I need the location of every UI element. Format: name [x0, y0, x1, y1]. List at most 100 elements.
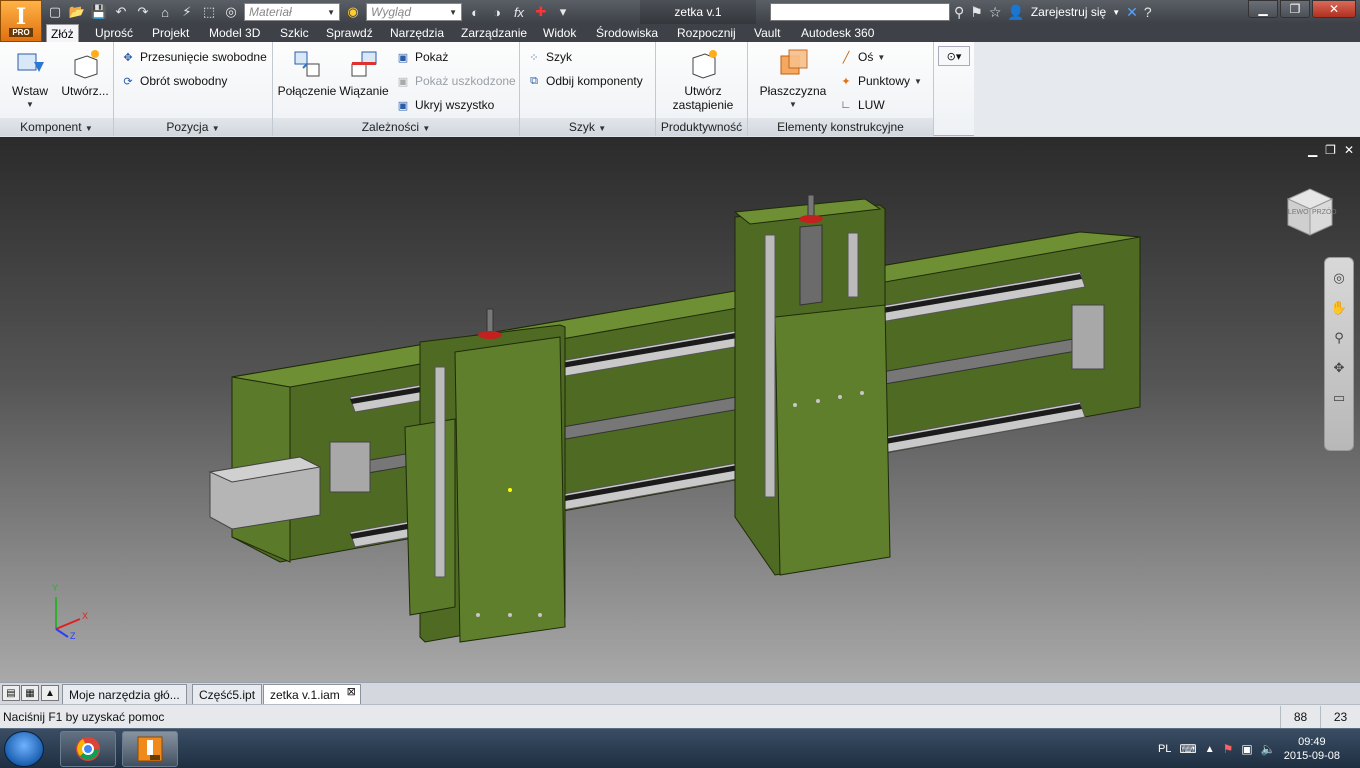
look-at-icon[interactable]: ▭: [1329, 388, 1349, 408]
home-icon[interactable]: ⌂: [156, 3, 174, 21]
clear-appearance-icon[interactable]: ◐: [466, 3, 484, 21]
customize-icon[interactable]: ▾: [554, 3, 572, 21]
create-substitute-button[interactable]: Utwórz zastąpienie: [668, 48, 738, 112]
document-tab-part5[interactable]: Część5.ipt: [192, 684, 263, 704]
close-icon[interactable]: ⊠: [347, 682, 356, 702]
tab-design[interactable]: Projekt: [148, 24, 193, 42]
viewcube-front-face[interactable]: PRZÓD: [1312, 209, 1337, 216]
tab-view[interactable]: Widok: [539, 24, 580, 42]
start-button[interactable]: [4, 731, 44, 767]
taskbar-chrome[interactable]: [60, 731, 116, 767]
zoom-icon[interactable]: ⚲: [1329, 328, 1349, 348]
appearance-select[interactable]: Wygląd ▼: [366, 3, 462, 21]
viewcube-left-face[interactable]: LEWO: [1288, 209, 1309, 216]
chevron-down-icon[interactable]: ▼: [1112, 8, 1120, 17]
application-menu-button[interactable]: I PRO: [0, 0, 42, 42]
keyboard-icon[interactable]: ⌨: [1179, 742, 1196, 756]
material-select[interactable]: Materiał ▼: [244, 3, 340, 21]
ucs-button[interactable]: ∟ LUW: [838, 96, 885, 114]
panel-pattern-label[interactable]: Szyk ▼: [520, 118, 655, 136]
cascade-windows-icon[interactable]: ▦: [21, 685, 39, 701]
free-rotate-button[interactable]: ⟳ Obrót swobodny: [120, 72, 227, 90]
open-file-icon[interactable]: 📂: [68, 3, 86, 21]
tile-windows-icon[interactable]: ▤: [2, 685, 20, 701]
language-indicator[interactable]: PL: [1158, 743, 1171, 755]
undo-icon[interactable]: ↶: [112, 3, 130, 21]
open-documents-menu-icon[interactable]: ▲: [41, 685, 59, 701]
redo-icon[interactable]: ↷: [134, 3, 152, 21]
tab-tools[interactable]: Narzędzia: [386, 24, 448, 42]
tab-manage[interactable]: Zarządzanie: [457, 24, 531, 42]
help-search-input[interactable]: [770, 3, 950, 21]
taskbar-inventor[interactable]: [122, 731, 178, 767]
document-tab-zetka-label: zetka v.1.iam: [270, 688, 340, 702]
clock-date: 2015-09-08: [1283, 750, 1340, 762]
tab-3d-model[interactable]: Model 3D: [205, 24, 264, 42]
action-center-flag-icon[interactable]: ⚑: [1223, 742, 1234, 756]
clock[interactable]: 09:49 2015-09-08: [1284, 735, 1340, 763]
constrain-label: Wiązanie: [339, 84, 389, 98]
create-component-button[interactable]: Utwórz...: [58, 48, 112, 98]
select-icon[interactable]: ⬚: [200, 3, 218, 21]
minimize-icon[interactable]: ▁: [1248, 0, 1278, 18]
graphics-window[interactable]: ▁ ❐ ✕ LEWO PRZÓD ◎ ✋ ⚲ ✥ ▭ Y X Z: [0, 137, 1360, 682]
measure-icon[interactable]: ✚: [532, 3, 550, 21]
tab-autodesk-360[interactable]: Autodesk 360: [797, 24, 878, 42]
panel-component-label[interactable]: Komponent ▼: [0, 118, 113, 136]
tab-vault[interactable]: Vault: [750, 24, 784, 42]
parameters-icon[interactable]: fx: [510, 3, 528, 21]
assembly-model[interactable]: [0, 137, 1360, 682]
tab-environments[interactable]: Środowiska: [592, 24, 662, 42]
plane-button[interactable]: Płaszczyzna ▼: [758, 48, 828, 112]
pattern-button[interactable]: ⁘ Szyk: [526, 48, 572, 66]
steering-wheel-icon[interactable]: ◎: [1329, 268, 1349, 288]
tab-sketch[interactable]: Szkic: [276, 24, 313, 42]
network-icon[interactable]: ▣: [1241, 742, 1252, 756]
show-sick-icon: ▣: [397, 75, 409, 88]
volume-icon[interactable]: 🔈: [1261, 742, 1276, 756]
tray-expand-icon[interactable]: ▲: [1205, 744, 1215, 755]
free-move-button[interactable]: ✥ Przesunięcie swobodne: [120, 48, 266, 66]
inventor-taskbar-icon: [137, 736, 163, 762]
insert-button[interactable]: Wstaw ▼: [6, 48, 54, 112]
subscription-icon[interactable]: ⚑: [970, 4, 983, 21]
hide-all-button[interactable]: ▣ Ukryj wszystko: [395, 96, 495, 114]
tab-simplify[interactable]: Uprość: [91, 24, 137, 42]
joint-button[interactable]: Połączenie: [277, 48, 337, 98]
axis-label: Oś: [858, 50, 874, 64]
close-icon[interactable]: ✕: [1312, 0, 1356, 18]
tab-inspect[interactable]: Sprawdź: [322, 24, 377, 42]
viewcube[interactable]: LEWO PRZÓD: [1284, 185, 1337, 237]
pan-hand-icon[interactable]: ✋: [1329, 298, 1349, 318]
binoculars-icon[interactable]: ⚲: [954, 4, 964, 21]
panel-work-features-label[interactable]: Elementy konstrukcyjne: [748, 118, 933, 136]
register-link[interactable]: Zarejestruj się: [1031, 5, 1106, 19]
show-button[interactable]: ▣ Pokaż: [395, 48, 449, 66]
tab-get-started[interactable]: Rozpocznij: [673, 24, 740, 42]
status-open-documents-count: 23: [1320, 706, 1360, 728]
title-bar: I PRO ▢ 📂 💾 ↶ ↷ ⌂ ⚡ ⬚ ◎ Materiał ▼ ◉ Wyg…: [0, 0, 1360, 42]
favorites-star-icon[interactable]: ☆: [989, 4, 1002, 21]
axis-button[interactable]: ╱ Oś ▼: [838, 48, 886, 66]
panel-productivity-label[interactable]: Produktywność: [656, 118, 747, 136]
save-icon[interactable]: 💾: [90, 3, 108, 21]
new-file-icon[interactable]: ▢: [46, 3, 64, 21]
exchange-icon[interactable]: ✕: [1126, 4, 1138, 21]
update-icon[interactable]: ⚡: [178, 3, 196, 21]
tab-assemble[interactable]: Złóż: [46, 24, 79, 42]
show-sick-button[interactable]: ▣ Pokaż uszkodzone: [395, 72, 516, 90]
ribbon-options-button[interactable]: ⊙▾: [938, 46, 970, 66]
restore-icon[interactable]: ❐: [1280, 0, 1310, 18]
panel-position-label[interactable]: Pozycja ▼: [114, 118, 272, 136]
orbit-icon[interactable]: ✥: [1329, 358, 1349, 378]
point-button[interactable]: ✦ Punktowy ▼: [838, 72, 922, 90]
document-tab-my-home[interactable]: Moje narzędzia głó...: [62, 684, 187, 704]
constrain-button[interactable]: Wiązanie: [337, 48, 391, 98]
mirror-button[interactable]: ⧉ Odbij komponenty: [526, 72, 643, 90]
panel-relationships-label[interactable]: Zależności ▼: [273, 118, 519, 136]
adjust-icon[interactable]: ◑: [488, 3, 506, 21]
plane-label: Płaszczyzna: [759, 84, 827, 98]
document-tab-zetka[interactable]: zetka v.1.iam ⊠: [263, 684, 361, 704]
ribbon-panel: Wstaw ▼ Utwórz... Komponent ▼ ✥ Przesuni…: [0, 42, 974, 136]
help-icon[interactable]: ?: [1144, 4, 1152, 20]
